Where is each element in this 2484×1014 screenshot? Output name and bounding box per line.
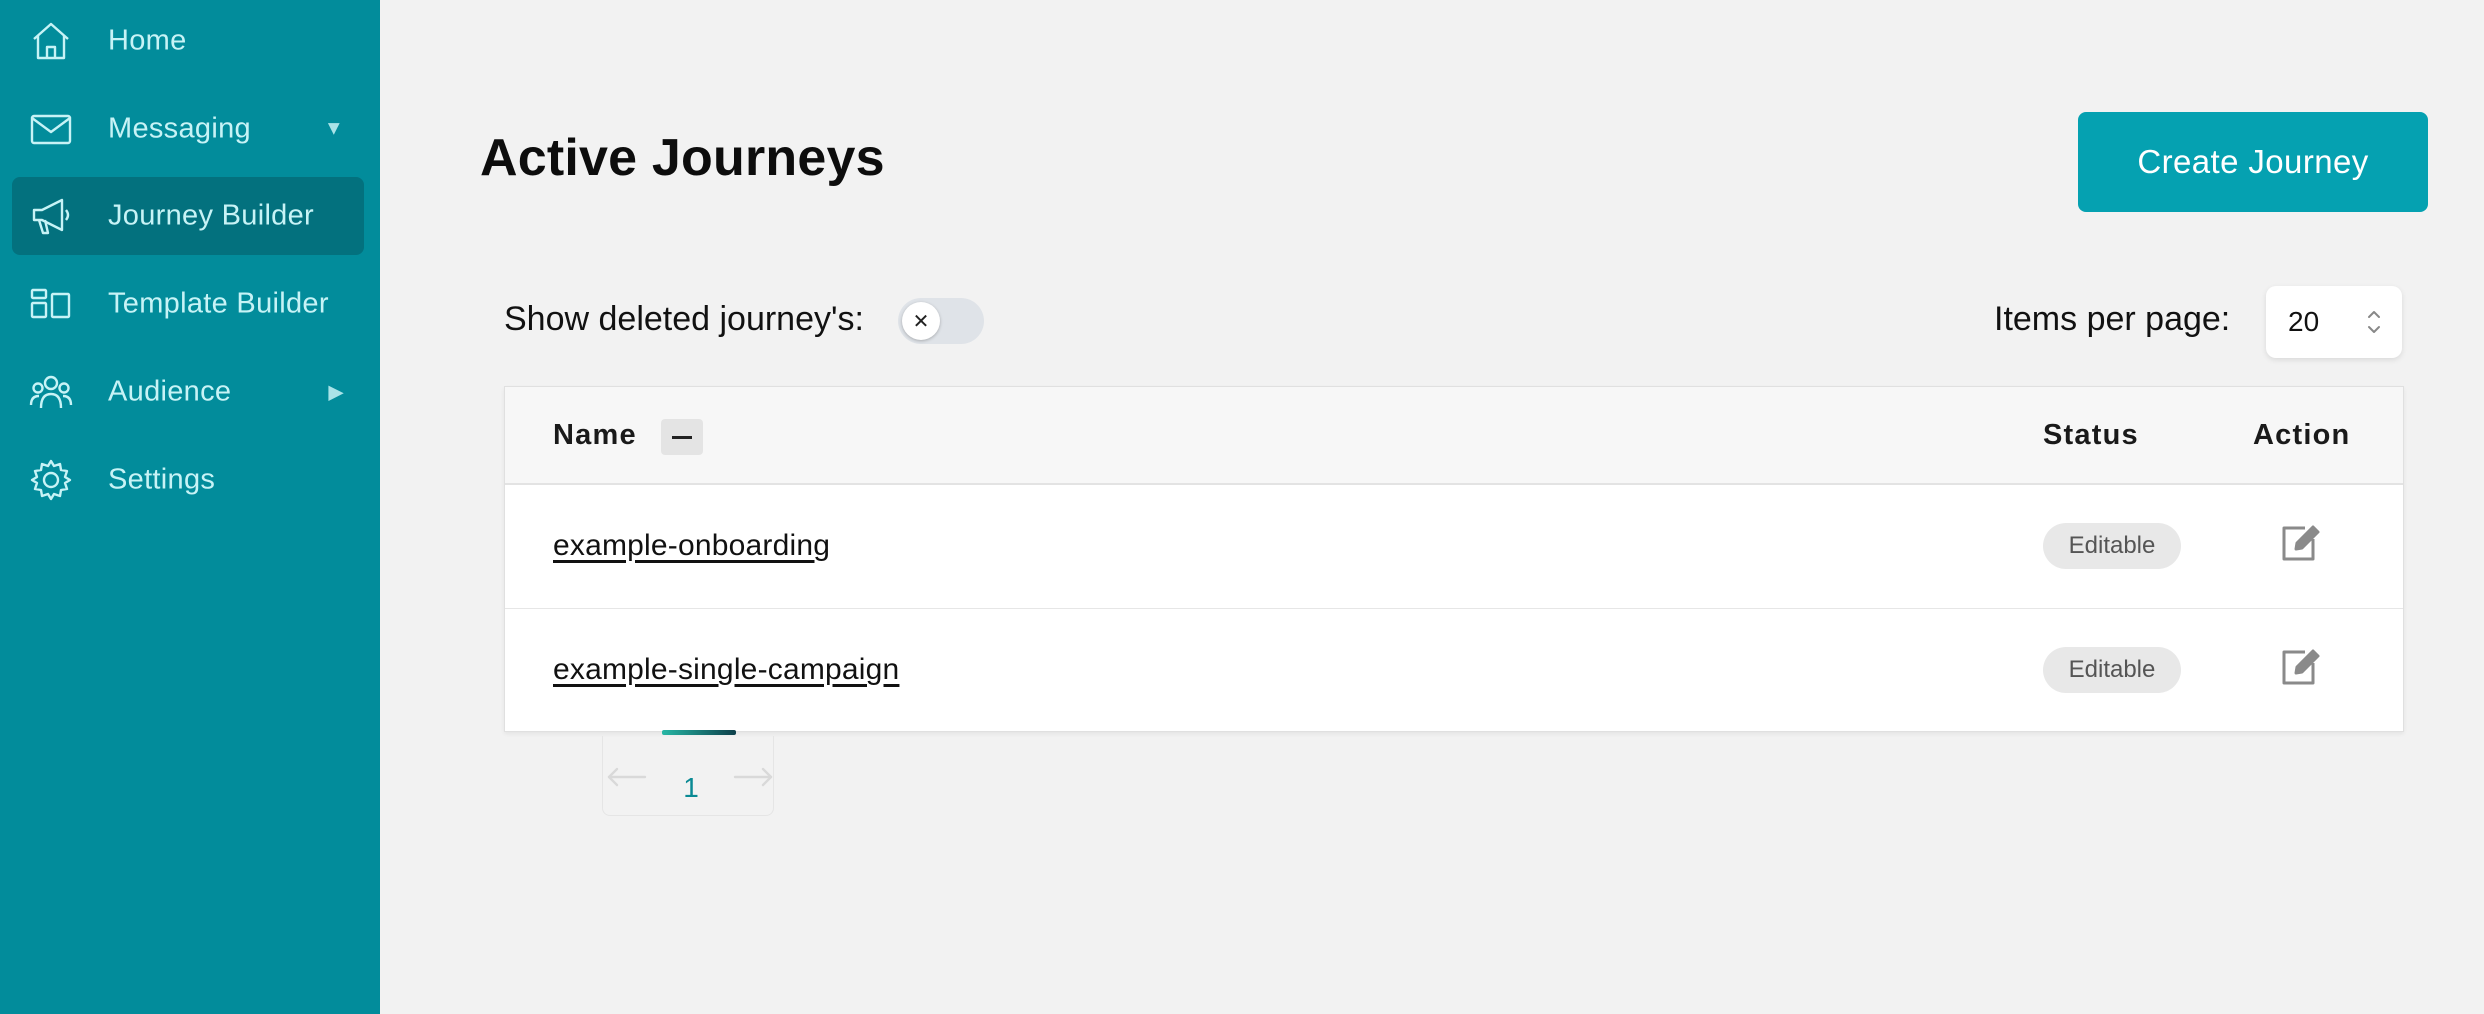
journeys-table: Name Status Action example-onboarding Ed… — [504, 386, 2404, 732]
create-journey-button[interactable]: Create Journey — [2078, 112, 2428, 212]
sidebar-item-label: Settings — [108, 463, 216, 496]
column-header-status: Status — [2043, 419, 2139, 451]
chevron-down-icon[interactable]: ▼ — [324, 118, 344, 141]
sidebar-item-label: Journey Builder — [108, 199, 314, 232]
sidebar-item-label: Template Builder — [108, 287, 329, 320]
status-badge: Editable — [2043, 647, 2181, 693]
table-row: example-onboarding Editable — [505, 485, 2403, 609]
sidebar-item-messaging[interactable]: Messaging ▼ — [12, 90, 364, 168]
arrow-right-icon[interactable] — [731, 762, 777, 792]
sidebar-item-home[interactable]: Home — [12, 2, 364, 80]
sidebar-item-audience[interactable]: Audience ▶ — [12, 353, 364, 431]
gear-icon — [28, 457, 74, 503]
sidebar-item-settings[interactable]: Settings — [12, 441, 364, 519]
sidebar: Home Messaging ▼ Journey Builder Templat… — [0, 0, 380, 1014]
column-header-action: Action — [2253, 419, 2351, 451]
megaphone-icon — [28, 193, 74, 239]
status-badge: Editable — [2043, 523, 2181, 569]
layout-icon — [28, 281, 74, 327]
journey-link[interactable]: example-onboarding — [553, 529, 830, 563]
show-deleted-toggle[interactable]: ✕ — [898, 298, 984, 344]
edit-icon[interactable] — [2275, 519, 2323, 567]
users-icon — [28, 369, 74, 415]
page-number[interactable]: 1 — [683, 772, 699, 804]
chevron-up-down-icon — [2364, 304, 2384, 340]
sidebar-item-label: Audience — [108, 375, 232, 408]
column-header-name: Name — [553, 419, 637, 451]
arrow-left-icon[interactable] — [603, 762, 649, 792]
close-icon: ✕ — [902, 302, 940, 340]
table-header: Name Status Action — [505, 387, 2403, 485]
table-row: example-single-campaign Editable — [505, 609, 2403, 733]
mail-icon — [28, 106, 74, 152]
items-per-page-select[interactable]: 20 — [2266, 286, 2402, 358]
items-per-page-value: 20 — [2288, 306, 2320, 337]
page-title: Active Journeys — [480, 129, 885, 187]
sort-toggle-button[interactable] — [661, 419, 703, 455]
sidebar-item-journey-builder[interactable]: Journey Builder — [12, 177, 364, 255]
sidebar-item-template-builder[interactable]: Template Builder — [12, 265, 364, 343]
pagination: 1 — [602, 736, 774, 816]
items-per-page-label: Items per page: — [1994, 300, 2231, 338]
chevron-right-icon[interactable]: ▶ — [328, 380, 344, 405]
sidebar-item-label: Home — [108, 24, 187, 57]
horizontal-scrollbar[interactable] — [662, 730, 736, 735]
show-deleted-label: Show deleted journey's: — [504, 300, 864, 338]
sidebar-item-label: Messaging — [108, 112, 251, 145]
home-icon — [28, 18, 74, 64]
journey-link[interactable]: example-single-campaign — [553, 653, 899, 687]
edit-icon[interactable] — [2275, 643, 2323, 691]
